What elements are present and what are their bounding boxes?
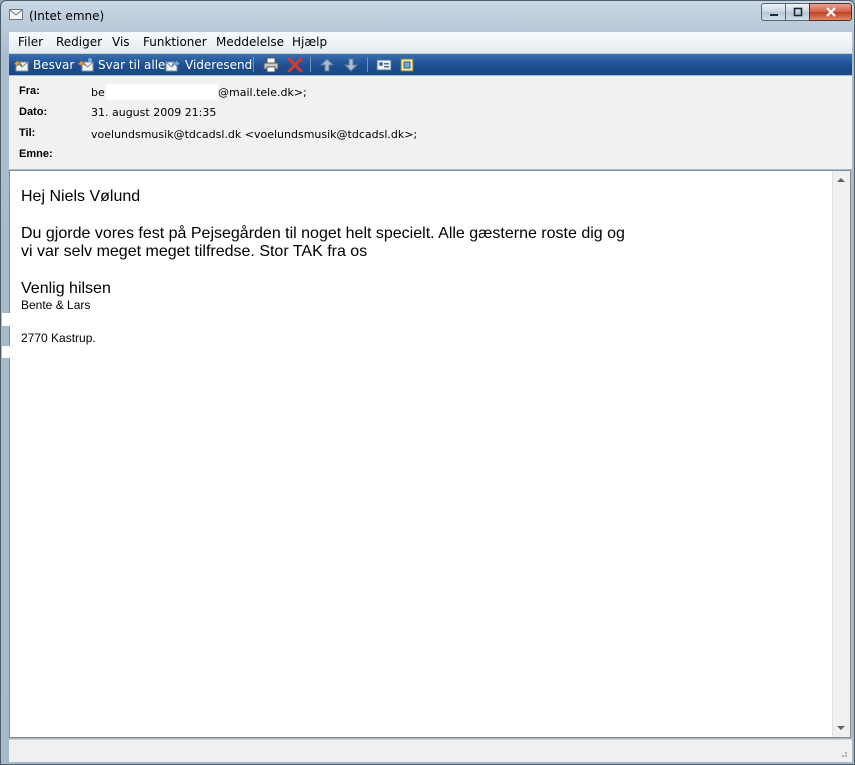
print-button[interactable] bbox=[263, 55, 283, 74]
reply-button[interactable]: Besvar bbox=[13, 55, 74, 74]
contacts-icon bbox=[399, 57, 415, 73]
forward-icon bbox=[165, 57, 181, 73]
paragraph-line-1: Du gjorde vores fest på Pejsegården til … bbox=[21, 225, 625, 242]
previous-button[interactable] bbox=[319, 55, 339, 74]
mail-window: (Intet emne) Filer Rediger Vis Funktione… bbox=[0, 0, 855, 765]
address-book-button[interactable] bbox=[376, 55, 396, 74]
menu-filer[interactable]: Filer bbox=[18, 35, 43, 49]
paragraph-line-2: vi var selv meget meget tilfredse. Stor … bbox=[21, 243, 368, 260]
date-label: Dato: bbox=[19, 106, 48, 118]
previous-icon bbox=[319, 57, 335, 73]
signature-city: 2770 Kastrup. bbox=[21, 331, 96, 345]
vertical-scrollbar[interactable] bbox=[832, 171, 850, 737]
menu-meddelelse[interactable]: Meddelelse bbox=[216, 35, 284, 49]
menu-bar: Filer Rediger Vis Funktioner Meddelelse … bbox=[9, 32, 852, 54]
toolbar-separator bbox=[310, 57, 311, 72]
close-icon bbox=[825, 7, 836, 17]
print-icon bbox=[263, 57, 279, 73]
reply-icon bbox=[13, 57, 29, 73]
date-value: 31. august 2009 21:35 bbox=[91, 106, 217, 119]
scroll-up-icon[interactable] bbox=[837, 178, 845, 182]
greeting: Hej Niels Vølund bbox=[21, 188, 141, 205]
delete-icon bbox=[287, 57, 303, 73]
redaction-mark bbox=[96, 295, 166, 306]
from-value-suffix: @mail.tele.dk>; bbox=[218, 86, 307, 99]
menu-vis[interactable]: Vis bbox=[112, 35, 130, 49]
menu-hjaelp[interactable]: Hjælp bbox=[292, 35, 327, 49]
toolbar-separator bbox=[253, 57, 254, 72]
delete-button[interactable] bbox=[287, 55, 307, 74]
subject-label: Emne: bbox=[19, 148, 53, 160]
from-value: be bbox=[91, 86, 105, 99]
forward-button[interactable]: Videresend bbox=[165, 55, 252, 74]
toolbar: Besvar Svar til alle Videresend bbox=[9, 54, 852, 75]
signature-name: Bente & Lars bbox=[21, 298, 91, 312]
reply-label: Besvar bbox=[33, 57, 75, 72]
next-button[interactable] bbox=[343, 55, 363, 74]
message-header: Fra: be @mail.tele.dk>; Dato: 31. august… bbox=[9, 76, 852, 169]
menu-rediger[interactable]: Rediger bbox=[56, 35, 102, 49]
from-value-prefix: be bbox=[91, 86, 105, 99]
resize-grip-icon[interactable] bbox=[836, 743, 848, 759]
status-bar bbox=[9, 739, 852, 762]
minimize-icon bbox=[769, 14, 778, 16]
forward-label: Videresend bbox=[185, 57, 253, 72]
toolbar-separator bbox=[367, 57, 368, 72]
reply-all-button[interactable]: Svar til alle bbox=[77, 55, 166, 74]
to-label: Til: bbox=[19, 127, 36, 139]
from-label: Fra: bbox=[19, 85, 40, 97]
message-body[interactable]: Hej Niels Vølund Du gjorde vores fest på… bbox=[2, 170, 851, 738]
redaction-mark bbox=[2, 346, 142, 358]
maximize-icon bbox=[793, 7, 802, 17]
contacts-button[interactable] bbox=[399, 55, 419, 74]
redaction-mark bbox=[2, 313, 162, 326]
reply-all-icon bbox=[77, 57, 94, 73]
to-value: voelundsmusik@tdcadsl.dk <voelundsmusik@… bbox=[91, 128, 418, 141]
close-button[interactable] bbox=[809, 3, 852, 21]
next-icon bbox=[343, 57, 359, 73]
maximize-button[interactable] bbox=[785, 3, 810, 21]
envelope-icon bbox=[9, 9, 23, 20]
redaction-mark bbox=[106, 84, 218, 100]
scroll-down-icon[interactable] bbox=[837, 726, 845, 730]
title-bar: (Intet emne) bbox=[1, 1, 854, 31]
window-title: (Intet emne) bbox=[29, 9, 105, 23]
minimize-button[interactable] bbox=[761, 3, 786, 21]
menu-funktioner[interactable]: Funktioner bbox=[143, 35, 207, 49]
reply-all-label: Svar til alle bbox=[98, 57, 166, 72]
address-book-icon bbox=[376, 57, 392, 73]
